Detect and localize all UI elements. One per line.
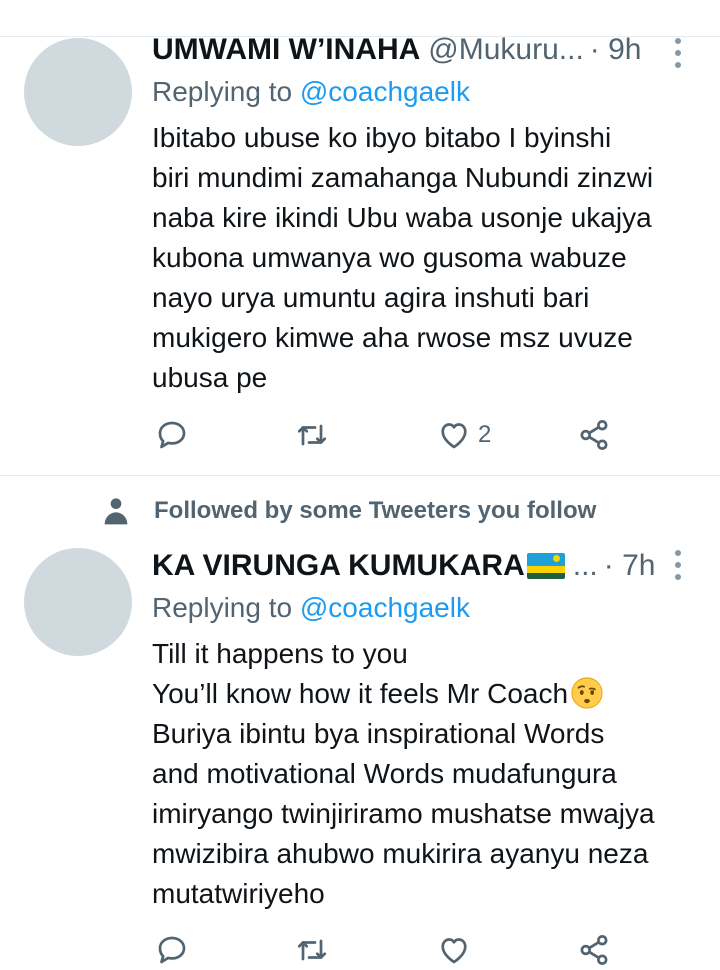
- tweet-text-line: nayo urya umuntu agira inshuti bari: [152, 282, 590, 313]
- like-button[interactable]: 2: [436, 415, 491, 455]
- tweet-text: Ibitabo ubuse ko ibyo bitabo I byinshi b…: [152, 118, 712, 398]
- tweet[interactable]: KA VIRUNGA KUMUKARA ... · 7h Replying to…: [0, 476, 720, 965]
- heart-icon: [441, 423, 467, 449]
- tweet-text: Till it happens to you You’ll know how i…: [152, 634, 712, 914]
- avatar[interactable]: [24, 548, 132, 656]
- replying-to-label: Replying to: [152, 592, 293, 623]
- tweet-text-line: Buriya ibintu bya inspirational Words: [152, 718, 605, 749]
- tweet-text-line: naba kire ikindi Ubu waba usonje ukajya: [152, 202, 652, 233]
- like-count: 2: [478, 421, 492, 448]
- heart-icon: [441, 938, 467, 964]
- reply-mention-link[interactable]: @coachgaelk: [300, 592, 470, 623]
- share-icon: [580, 935, 608, 965]
- display-name[interactable]: UMWAMI W’INAHA: [152, 33, 420, 67]
- more-options-icon[interactable]: [674, 550, 682, 580]
- retweet-icon: [297, 424, 327, 446]
- avatar[interactable]: [24, 38, 132, 146]
- speech-bubble-icon: [158, 936, 186, 964]
- tweet-text-line: kubona umwanya wo gusoma wabuze: [152, 242, 627, 273]
- retweet-icon: [297, 939, 327, 961]
- replying-to-label: Replying to: [152, 76, 293, 107]
- more-options-icon[interactable]: [674, 38, 682, 68]
- tweet-header: KA VIRUNGA KUMUKARA ... · 7h: [152, 548, 720, 584]
- tweet-text-line: You’ll know how it feels Mr Coach: [152, 674, 712, 714]
- replying-to: Replying to @coachgaelk: [152, 592, 470, 624]
- tweet-text-line: mutatwiriyeho: [152, 878, 325, 909]
- tweet-text-line: Till it happens to you: [152, 638, 408, 669]
- tweet-text-line: imiryango twinjiriramo mushatse mwajya: [152, 798, 655, 829]
- like-button[interactable]: [436, 930, 472, 970]
- share-button[interactable]: [576, 930, 612, 970]
- tweet-text-line: mwizibira ahubwo mukirira ayanyu neza: [152, 838, 649, 869]
- share-icon: [580, 420, 608, 450]
- user-handle[interactable]: @Mukuru...: [428, 33, 584, 67]
- tweet-text-line: mukigero kimwe aha rwose msz uvuze: [152, 322, 633, 353]
- timestamp[interactable]: · 7h: [604, 549, 656, 583]
- reply-button[interactable]: [154, 930, 190, 970]
- face-with-raised-eyebrow-emoji: [571, 677, 603, 709]
- tweet-actions: 2: [152, 415, 652, 455]
- tweet-text-line: Ibitabo ubuse ko ibyo bitabo I byinshi: [152, 122, 612, 153]
- speech-bubble-icon: [158, 421, 186, 449]
- tweet-header: UMWAMI W’INAHA @Mukuru... · 9h: [152, 32, 720, 68]
- reply-mention-link[interactable]: @coachgaelk: [300, 76, 470, 107]
- tweet-actions: [152, 930, 652, 970]
- tweet-text-line: and motivational Words mudafungura: [152, 758, 617, 789]
- timestamp[interactable]: · 9h: [590, 33, 642, 67]
- replying-to: Replying to @coachgaelk: [152, 76, 470, 108]
- retweet-button[interactable]: [294, 415, 330, 455]
- reply-button[interactable]: [154, 415, 190, 455]
- tweet-text-segment: You’ll know how it feels Mr Coach: [152, 678, 569, 709]
- display-name[interactable]: KA VIRUNGA KUMUKARA: [152, 549, 525, 583]
- share-button[interactable]: [576, 415, 612, 455]
- tweet-text-line: biri mundimi zamahanga Nubundi zinzwi: [152, 162, 654, 193]
- retweet-button[interactable]: [294, 930, 330, 970]
- rwanda-flag-emoji: [526, 553, 565, 579]
- tweet[interactable]: UMWAMI W’INAHA @Mukuru... · 9h Replying …: [0, 0, 720, 475]
- user-handle[interactable]: ...: [573, 549, 598, 583]
- tweet-text-line: ubusa pe: [152, 362, 268, 393]
